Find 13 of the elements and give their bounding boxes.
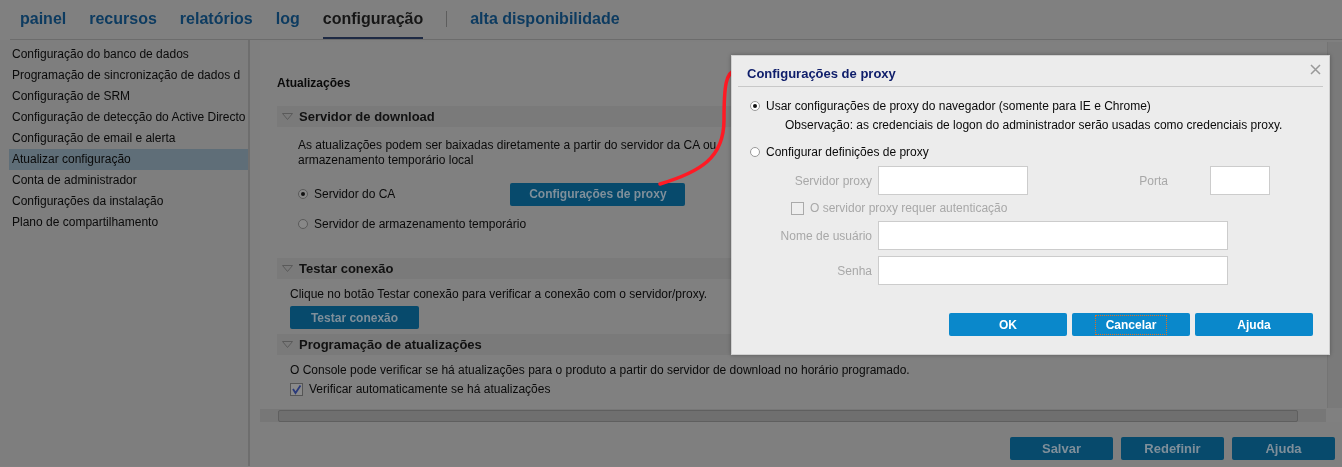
- description-text: As atualizações podem ser baixadas diretamente a partir do servidor da CA ou: [298, 138, 717, 153]
- field-label: Senha: [836, 263, 873, 278]
- field-label: Porta: [1138, 173, 1168, 188]
- field-label: Servidor proxy: [793, 173, 873, 188]
- field-label: Nome de usuário: [779, 228, 873, 243]
- section-title: Programação de atualizações: [299, 337, 482, 352]
- section-title: Servidor de download: [299, 109, 435, 124]
- dialog-title: Configurações de proxy: [747, 65, 896, 81]
- section-title: Testar conexão: [299, 261, 394, 276]
- description-text: armazenamento temporário local: [298, 153, 474, 168]
- description-text: O Console pode verificar se há atualizações para o produto a partir do servidor de download no horário programado.: [290, 363, 910, 378]
- note-text: Observação: as credenciais de logon do administrador serão usadas como credenciais proxy.: [785, 118, 1284, 132]
- description-text: Clique no botão Testar conexão para verificar a conexão com o servidor/proxy.: [290, 287, 708, 302]
